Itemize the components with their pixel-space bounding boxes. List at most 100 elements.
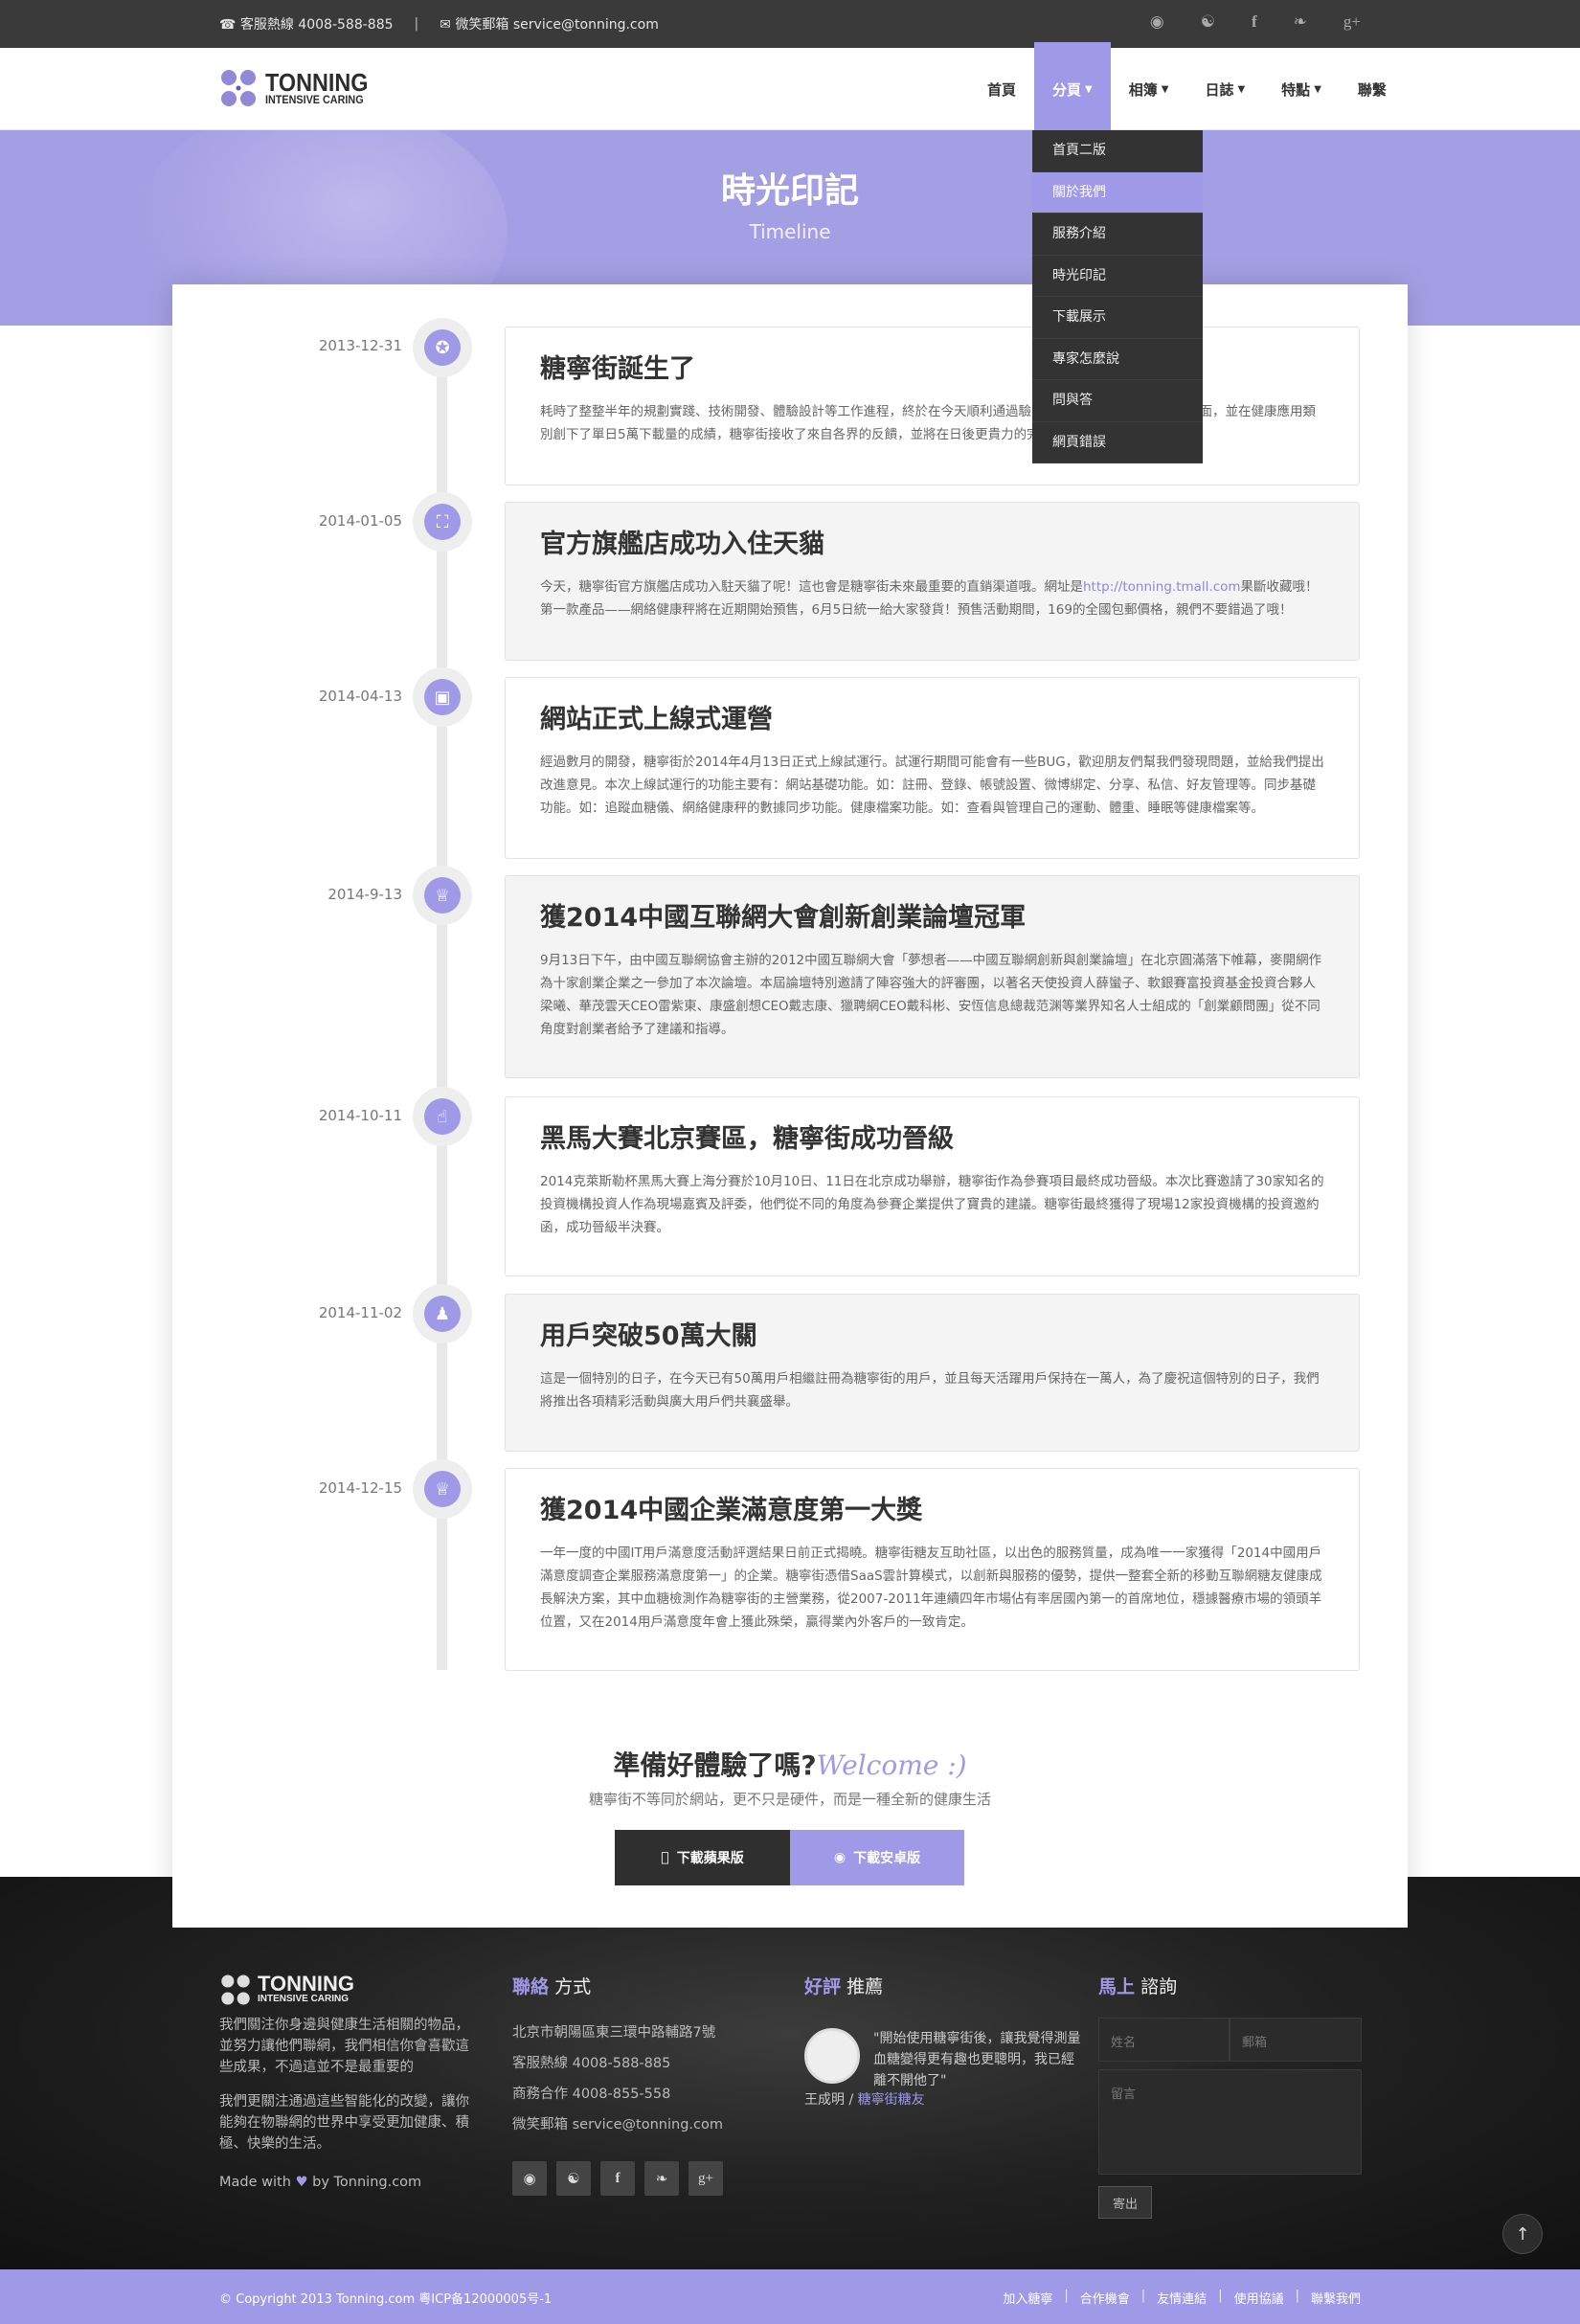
email-field[interactable]: 郵箱: [1230, 2018, 1362, 2062]
top-social-links: ◉ ☯ f ❧ g+: [1150, 12, 1361, 32]
separator: |: [1064, 2289, 1069, 2303]
back-to-top-button[interactable]: ↑: [1502, 2214, 1543, 2254]
twitter-icon[interactable]: ❧: [1294, 12, 1307, 32]
site-logo[interactable]: TONNING INTENSIVE CARING: [219, 67, 379, 109]
google-plus-icon[interactable]: g+: [688, 2161, 723, 2196]
nav-contact[interactable]: 聯繫: [1340, 48, 1405, 130]
timeline-badge: ♟: [413, 1284, 472, 1343]
timeline-text: 一年一度的中國IT用戶滿意度活動評選結果日前正式揭曉。糖寧街糖友互助社區，以出色…: [540, 1546, 1322, 1630]
timeline-card: 糖寧街誕生了 耗時了整整半年的規劃實踐、技術開發、體驗設計等工作進程，終於在今天…: [505, 327, 1360, 485]
timeline-badge: ▣: [413, 667, 472, 727]
nav-label: 分頁: [1052, 80, 1082, 99]
logo-mark-icon: [221, 70, 256, 106]
footer-link-join[interactable]: 加入糖寧: [1003, 2289, 1052, 2307]
send-button[interactable]: 寄出: [1098, 2186, 1152, 2219]
dropdown-item[interactable]: 問與答: [1032, 380, 1203, 422]
timeline-title: 獲2014中國互聯網大會創新創業論壇冠軍: [540, 903, 1027, 933]
twitter-icon[interactable]: ❧: [644, 2161, 679, 2196]
timeline-badge: ♕: [413, 1459, 472, 1519]
renren-icon[interactable]: ☯: [1201, 12, 1215, 32]
heart-icon: ♥: [295, 2175, 308, 2190]
download-ios-label: 下載蘋果版: [672, 1851, 744, 1866]
timeline-card: 用戶突破50萬大關 這是一個特別的日子，在今天已有50萬用戶相繼註冊為糖寧街的用…: [505, 1294, 1360, 1452]
logo-mark-icon: [221, 1974, 250, 2005]
footer-link-friends[interactable]: 友情連結: [1157, 2289, 1207, 2307]
dropdown-item-active[interactable]: 關於我們: [1032, 171, 1203, 214]
timeline-text: 2014克萊斯勒杯黑馬大賽上海分賽於10月10日、11日在北京成功舉辦，糖寧街作…: [540, 1174, 1324, 1235]
timeline-card: 獲2014中國企業滿意度第一大獎 一年一度的中國IT用戶滿意度活動評選結果日前正…: [505, 1468, 1360, 1671]
timeline-text: 經過數月的開發，糖寧街於2014年4月13日正式上線試運行。試運行期間可能會有一…: [540, 755, 1324, 816]
trophy-icon: ♕: [424, 1471, 461, 1507]
nav-blog[interactable]: 日誌 ▼: [1186, 48, 1263, 130]
footer-social-links: ◉ ☯ f ❧ g+: [512, 2161, 761, 2196]
nav-label: 日誌: [1205, 80, 1234, 99]
email-info: ✉ 微笑郵箱 service@tonning.com: [440, 17, 659, 33]
nav-pages[interactable]: 分頁 ▼: [1034, 42, 1111, 130]
timeline-date: 2014-12-15: [318, 1479, 402, 1497]
timeline-text: 今天，糖寧街官方旗艦店成功入駐天貓了呢！這也會是糖寧街未來最重要的直銷渠道哦。網…: [540, 575, 1324, 621]
thumbs-up-icon: ☝: [424, 1098, 461, 1135]
timeline-title: 黑馬大賽北京賽區，糖寧街成功晉級: [540, 1124, 954, 1154]
separator: |: [1295, 2289, 1299, 2303]
footer-email[interactable]: 微笑郵箱 service@tonning.com: [512, 2110, 761, 2140]
footer-inquiry-title-rest: 諮詢: [1140, 1976, 1178, 1997]
facebook-icon[interactable]: f: [600, 2161, 635, 2196]
download-android-button[interactable]: ◉ 下載安卓版: [790, 1830, 964, 1885]
person-icon: ♟: [424, 1296, 461, 1332]
renren-icon[interactable]: ☯: [556, 2161, 591, 2196]
site-header: TONNING INTENSIVE CARING 首頁 分頁 ▼ 相簿 ▼ 日誌 ▼ …: [0, 42, 1580, 130]
top-contact-info: ☎ 客服熱線 4008-588-885 | ✉ 微笑郵箱 service@ton…: [219, 14, 659, 34]
email-text: 微笑郵箱 service@tonning.com: [455, 17, 659, 33]
nav-label: 聯繫: [1357, 80, 1387, 99]
footer-address: 北京市朝陽區東三環中路輔路7號: [512, 2025, 716, 2041]
timeline-title: 糖寧街誕生了: [540, 354, 695, 384]
timeline-date: 2014-04-13: [318, 688, 402, 705]
download-ios-button[interactable]:  下載蘋果版: [615, 1830, 790, 1885]
dropdown-item[interactable]: 下載展示: [1032, 297, 1203, 339]
logo-name: TONNING: [265, 67, 369, 97]
main-nav: 首頁 分頁 ▼ 相簿 ▼ 日誌 ▼ 特點 ▼ 聯繫: [969, 42, 1405, 130]
google-plus-icon[interactable]: g+: [1343, 12, 1361, 32]
footer-link-terms[interactable]: 使用協議: [1234, 2289, 1284, 2307]
timeline-text: 這是一個特別的日子，在今天已有50萬用戶相繼註冊為糖寧街的用戶，並且每天活躍用戶…: [540, 1371, 1320, 1410]
timeline-badge: ☝: [413, 1087, 472, 1146]
review-quote: "開始使用糖寧街後，讓我覺得測量血糖變得更有趣也更聰明，我已經離不開他了": [873, 2031, 1081, 2088]
message-field[interactable]: 留言: [1098, 2069, 1362, 2175]
tmall-link[interactable]: http://tonning.tmall.com: [1083, 579, 1241, 595]
nav-label: 相簿: [1128, 80, 1158, 99]
download-android-label: 下載安卓版: [853, 1851, 921, 1866]
name-field[interactable]: 姓名: [1098, 2018, 1230, 2062]
dropdown-item[interactable]: 網頁錯誤: [1032, 422, 1203, 463]
timeline-title: 獲2014中國企業滿意度第一大獎: [540, 1496, 923, 1525]
dropdown-item[interactable]: 首頁二版: [1032, 130, 1203, 172]
timeline-text-part: 今天，糖寧街官方旗艦店成功入駐天貓了呢！這也會是糖寧街未來最重要的直銷渠道哦。網…: [540, 579, 1083, 595]
footer-contact: 聯絡 方式 北京市朝陽區東三環中路輔路7號 客服熱線 4008-588-885 …: [512, 1973, 761, 2196]
arrow-up-icon: ↑: [1515, 2223, 1530, 2245]
android-icon: ◉: [833, 1850, 846, 1865]
footer-review-title: 好評 推薦: [804, 1973, 1082, 1998]
footer-about-text-2: 我們更關注通過這些智能化的改變，讓你能夠在物聯網的世界中享受更加健康、積極、快樂…: [219, 2094, 469, 2152]
nav-home[interactable]: 首頁: [969, 48, 1034, 130]
nav-label: 特點: [1281, 80, 1311, 99]
timeline-date: 2014-11-02: [318, 1304, 402, 1321]
nav-album[interactable]: 相簿 ▼: [1111, 48, 1187, 130]
footer-link-contact[interactable]: 聯繫我們: [1311, 2289, 1361, 2307]
reviewer-tag[interactable]: 糖寧街糖友: [858, 2092, 925, 2108]
timeline-text: 9月13日下午，由中國互聯網協會主辦的2012中國互聯網大會「夢想者——中國互聯…: [540, 953, 1322, 1037]
timeline-date: 2014-01-05: [318, 512, 402, 530]
facebook-icon[interactable]: f: [1252, 12, 1257, 32]
footer-phone: 客服熱線 4008-588-885: [512, 2056, 671, 2071]
cta-title: 準備好體驗了嗎?Welcome :): [0, 1745, 1580, 1783]
weibo-icon[interactable]: ◉: [1150, 12, 1164, 32]
dropdown-item[interactable]: 服務介紹: [1032, 214, 1203, 256]
nav-features[interactable]: 特點 ▼: [1263, 48, 1340, 130]
dropdown-item[interactable]: 專家怎麼說: [1032, 339, 1203, 380]
dropdown-item[interactable]: 時光印記: [1032, 256, 1203, 297]
footer-link-cooperation[interactable]: 合作機會: [1080, 2289, 1130, 2307]
cta-subtitle: 糖寧街不等同於網站，更不只是硬件，而是一種全新的健康生活: [588, 1791, 991, 1808]
footer-review: 好評 推薦 "開始使用糖寧街後，讓我覺得測量血糖變得更有趣也更聰明，我已經離不開…: [804, 1973, 1082, 2126]
weibo-icon[interactable]: ◉: [512, 2161, 547, 2196]
footer-contact-title: 聯絡 方式: [512, 1973, 761, 1998]
footer-contact-title-em: 聯絡: [512, 1976, 550, 1997]
timeline-card: 獲2014中國互聯網大會創新創業論壇冠軍 9月13日下午，由中國互聯網協會主辦的…: [505, 875, 1360, 1078]
